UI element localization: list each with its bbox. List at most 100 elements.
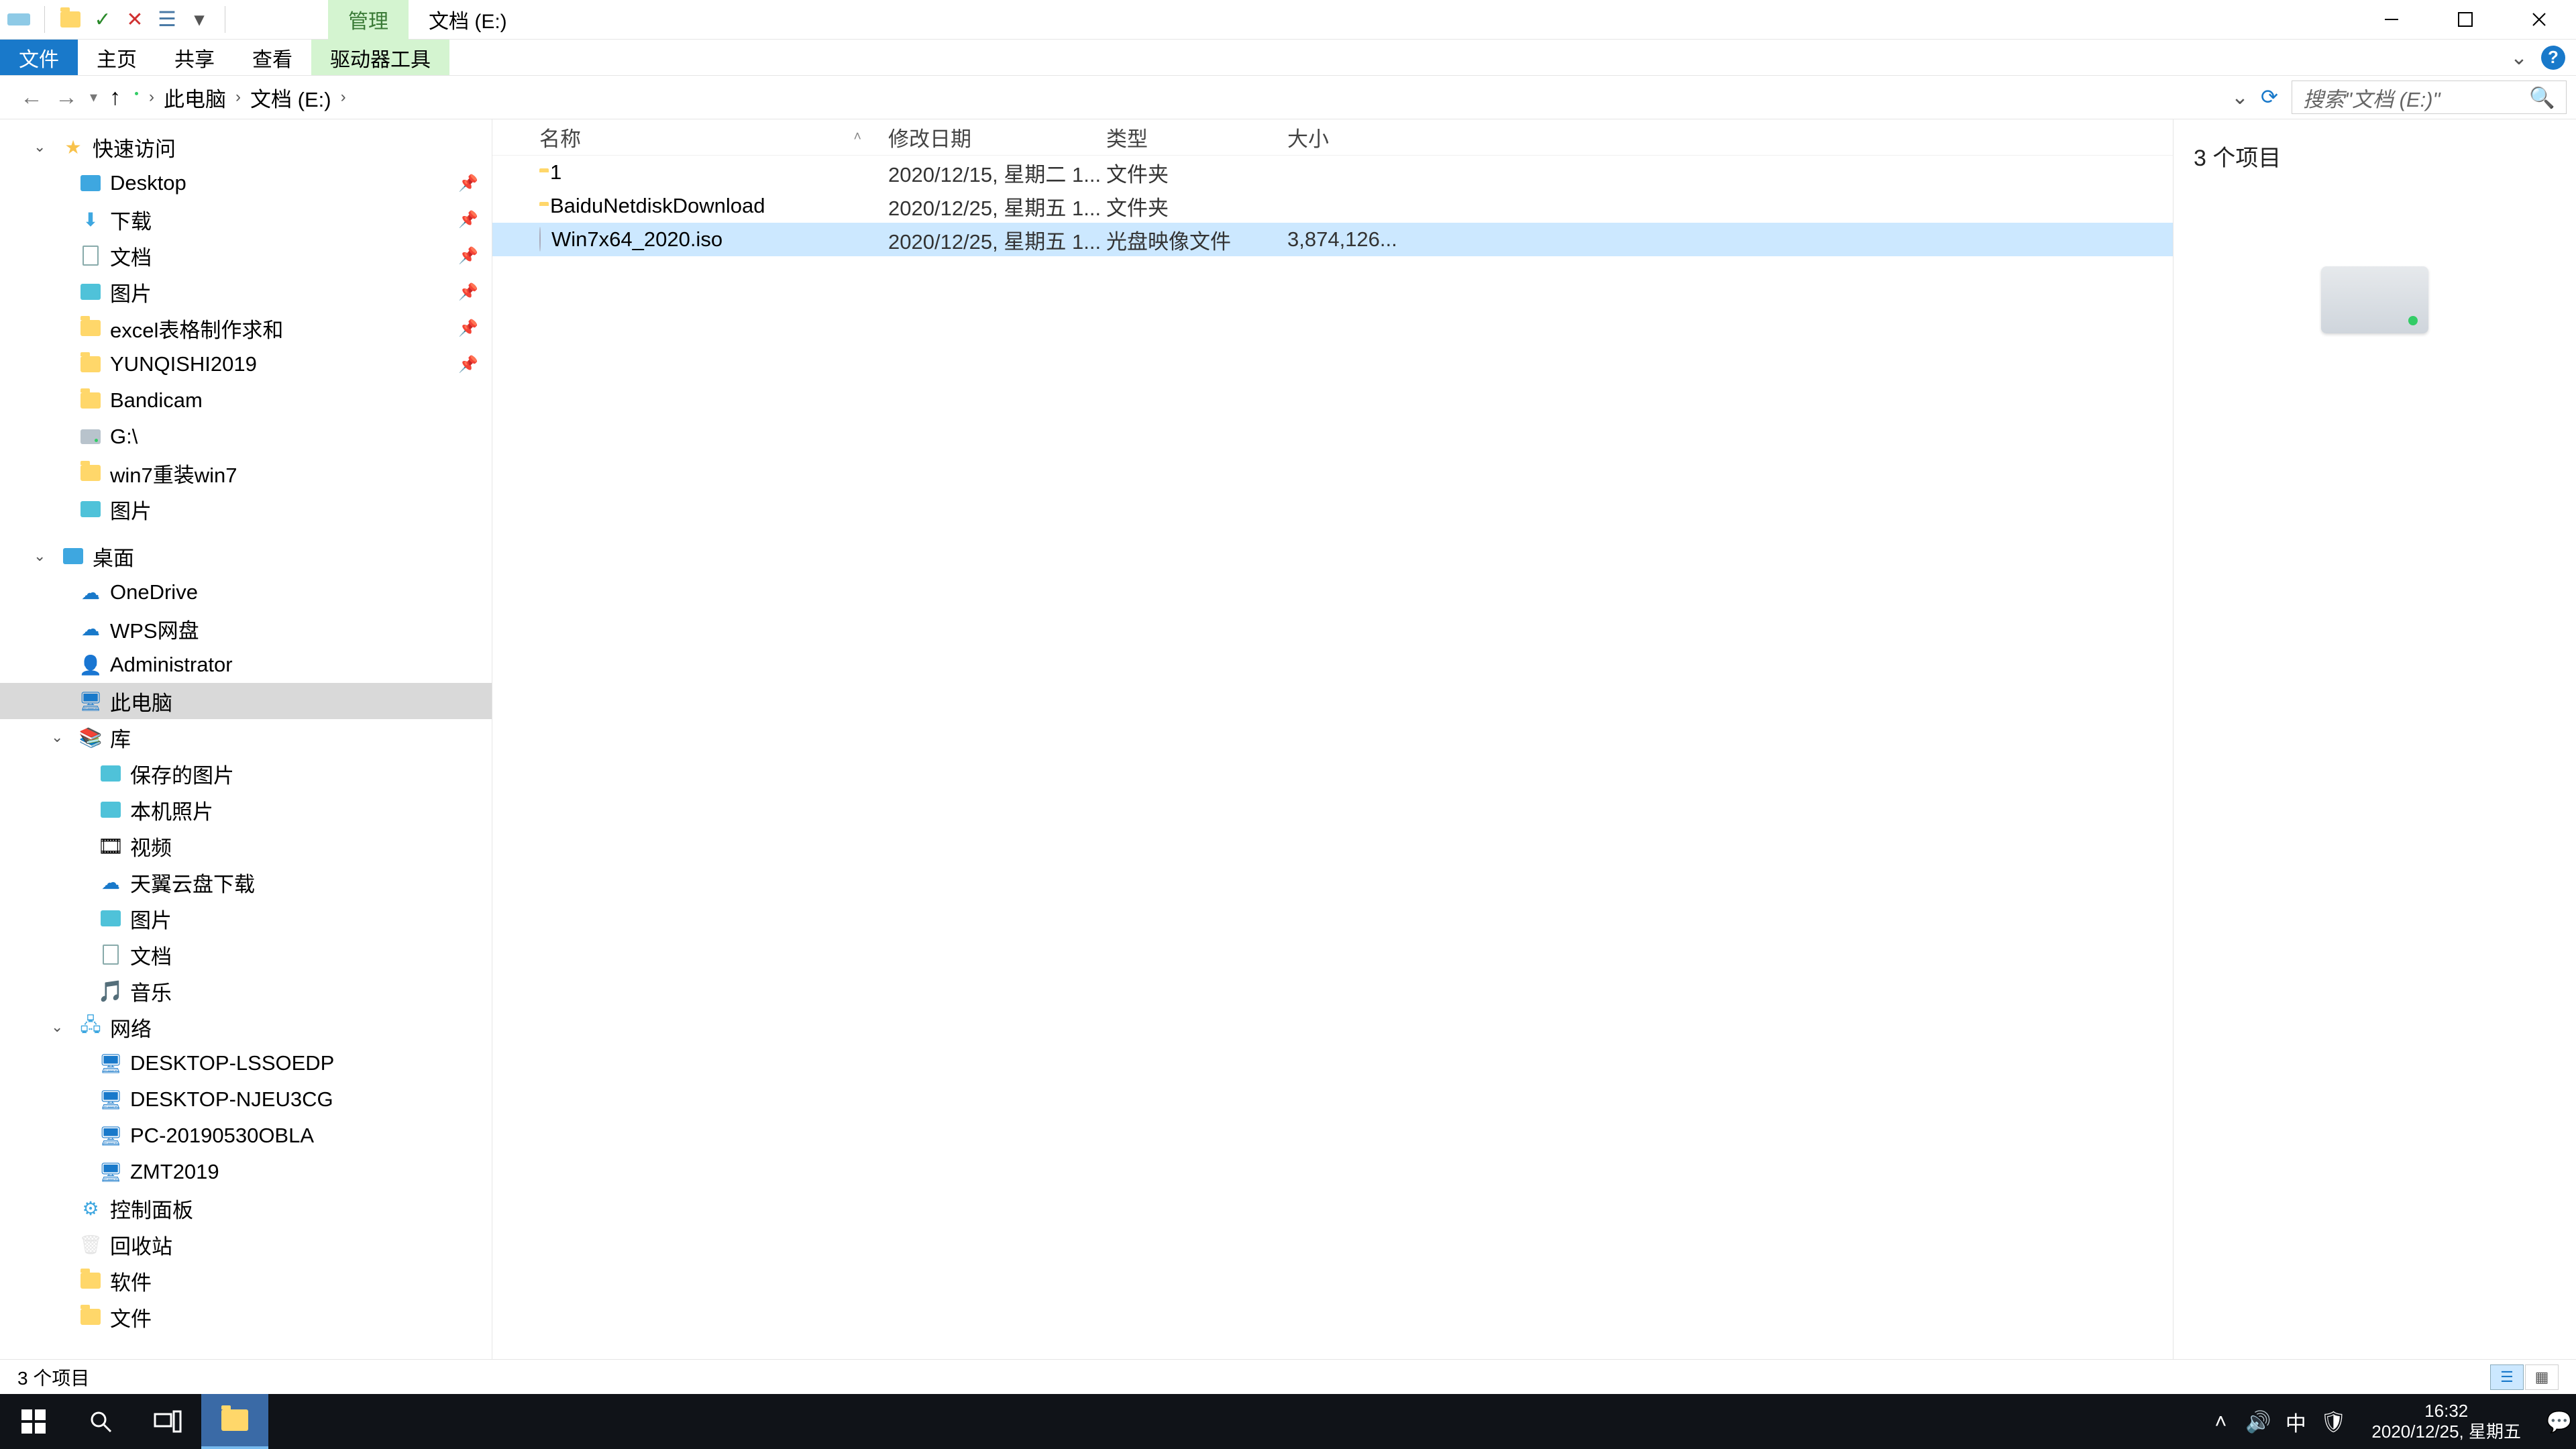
tree-desktop-root[interactable]: ⌄桌面 (0, 538, 492, 574)
search-button[interactable] (67, 1394, 134, 1449)
tree-pictures3[interactable]: ›图片 (0, 900, 492, 936)
tree-music[interactable]: ›🎵音乐 (0, 973, 492, 1009)
tree-downloads[interactable]: ›⬇下载📌 (0, 201, 492, 237)
tree-onedrive[interactable]: ›☁OneDrive (0, 574, 492, 610)
folder-icon (79, 353, 102, 376)
pin-icon: 📌 (458, 246, 478, 266)
minimize-button[interactable] (2355, 0, 2428, 40)
navigation-pane[interactable]: ⌄★快速访问 ›Desktop📌 ›⬇下载📌 ›文档📌 ›图片📌 ›excel表… (0, 119, 492, 1359)
action-center-icon[interactable]: 💬 (2545, 1407, 2573, 1436)
view-icons-button[interactable]: ▦ (2525, 1364, 2559, 1390)
qat-dropdown-icon[interactable]: ▾ (187, 7, 211, 32)
tree-desktop[interactable]: ›Desktop📌 (0, 165, 492, 201)
maximize-button[interactable] (2428, 0, 2502, 40)
column-headers[interactable]: 名称˄ 修改日期 类型 大小 (492, 119, 2173, 156)
tab-home[interactable]: 主页 (78, 40, 156, 75)
file-name: BaiduNetdiskDownload (550, 194, 765, 218)
start-button[interactable] (0, 1394, 67, 1449)
label: 视频 (130, 831, 172, 861)
folder-icon (79, 462, 102, 484)
refresh-icon[interactable]: ⟳ (2261, 85, 2278, 109)
tree-excel[interactable]: ›excel表格制作求和📌 (0, 310, 492, 346)
tree-network[interactable]: ⌄🖧网络 (0, 1009, 492, 1045)
properties-icon[interactable]: ☰ (155, 7, 179, 32)
chevron-right-icon[interactable]: › (341, 88, 346, 107)
close-button[interactable] (2502, 0, 2576, 40)
column-size[interactable]: 大小 (1287, 122, 1395, 152)
collapse-ribbon-icon[interactable]: ⌄ (2510, 46, 2528, 70)
column-name[interactable]: 名称˄ (492, 122, 888, 152)
folder-icon (79, 317, 102, 339)
tab-file[interactable]: 文件 (0, 40, 78, 75)
tree-pictures[interactable]: ›图片📌 (0, 274, 492, 310)
tree-saved-pics[interactable]: ›保存的图片 (0, 755, 492, 792)
tree-control-panel[interactable]: ›⚙控制面板 (0, 1190, 492, 1226)
pc-icon: 🖥 (99, 1124, 122, 1147)
file-row[interactable]: BaiduNetdiskDownload 2020/12/25, 星期五 1..… (492, 189, 2173, 223)
tree-wps[interactable]: ›☁WPS网盘 (0, 610, 492, 647)
address-dropdown-icon[interactable]: ⌄ (2231, 85, 2249, 109)
ime-indicator[interactable]: 中 (2282, 1407, 2310, 1436)
task-view-button[interactable] (134, 1394, 201, 1449)
chevron-right-icon[interactable]: › (149, 88, 154, 107)
label: 保存的图片 (130, 759, 234, 789)
tree-admin[interactable]: ›👤Administrator (0, 647, 492, 683)
file-list[interactable]: 名称˄ 修改日期 类型 大小 1 2020/12/15, 星期二 1... 文件… (492, 119, 2174, 1359)
tree-library[interactable]: ⌄📚库 (0, 719, 492, 755)
tree-bandicam[interactable]: ›Bandicam (0, 382, 492, 419)
back-button[interactable]: ← (20, 85, 43, 111)
user-icon: 👤 (79, 653, 102, 676)
tab-view[interactable]: 查看 (233, 40, 311, 75)
clock[interactable]: 16:32 2020/12/25, 星期五 (2357, 1401, 2536, 1442)
checkmark-icon[interactable]: ✓ (91, 7, 115, 32)
tab-drive-tools[interactable]: 驱动器工具 (311, 40, 449, 75)
tree-camera-roll[interactable]: ›本机照片 (0, 792, 492, 828)
tree-net1[interactable]: ›🖥DESKTOP-LSSOEDP (0, 1045, 492, 1081)
search-input[interactable]: 搜索"文档 (E:)" 🔍 (2292, 80, 2567, 114)
view-details-button[interactable]: ☰ (2490, 1364, 2524, 1390)
label: DESKTOP-LSSOEDP (130, 1051, 334, 1075)
delete-icon[interactable]: ✕ (123, 7, 147, 32)
taskbar[interactable]: ˄ 🔊 中 🛡 16:32 2020/12/25, 星期五 💬 (0, 1394, 2576, 1449)
column-date[interactable]: 修改日期 (888, 122, 1106, 152)
tree-thispc[interactable]: ›🖥此电脑 (0, 683, 492, 719)
security-icon[interactable]: 🛡 (2319, 1407, 2347, 1436)
tree-win7[interactable]: ›win7重装win7 (0, 455, 492, 491)
tree-tianyi[interactable]: ›☁天翼云盘下载 (0, 864, 492, 900)
chevron-right-icon[interactable]: › (235, 88, 241, 107)
crumb-drive[interactable]: 文档 (E:) (245, 80, 337, 115)
tree-recycle[interactable]: ›🗑回收站 (0, 1226, 492, 1263)
tree-yunqishi[interactable]: ›YUNQISHI2019📌 (0, 346, 492, 382)
tree-files[interactable]: ›文件 (0, 1299, 492, 1335)
sort-indicator-icon: ˄ (853, 129, 861, 145)
forward-button[interactable]: → (55, 85, 78, 111)
label: 软件 (110, 1266, 152, 1296)
tree-documents2[interactable]: ›文档 (0, 936, 492, 973)
tree-videos[interactable]: ›🎞视频 (0, 828, 492, 864)
tray-overflow-icon[interactable]: ˄ (2206, 1407, 2235, 1436)
help-icon[interactable]: ? (2541, 46, 2565, 70)
tree-software[interactable]: ›软件 (0, 1263, 492, 1299)
file-row[interactable]: Win7x64_2020.iso 2020/12/25, 星期五 1... 光盘… (492, 223, 2173, 256)
tree-gdrive[interactable]: ›G:\ (0, 419, 492, 455)
crumb-thispc[interactable]: 此电脑 (158, 80, 231, 115)
tree-net2[interactable]: ›🖥DESKTOP-NJEU3CG (0, 1081, 492, 1118)
tree-net4[interactable]: ›🖥ZMT2019 (0, 1154, 492, 1190)
search-icon[interactable]: 🔍 (2529, 85, 2555, 110)
tree-quick-access[interactable]: ⌄★快速访问 (0, 129, 492, 165)
tree-pictures2[interactable]: ›图片 (0, 491, 492, 527)
folder-icon[interactable] (58, 7, 83, 32)
cloud-icon: ☁ (99, 871, 122, 894)
volume-icon[interactable]: 🔊 (2244, 1407, 2272, 1436)
tree-net3[interactable]: ›🖥PC-20190530OBLA (0, 1118, 492, 1154)
column-type[interactable]: 类型 (1106, 122, 1287, 152)
recycle-icon: 🗑 (79, 1233, 102, 1256)
history-dropdown-icon[interactable]: ▾ (90, 89, 97, 106)
file-row[interactable]: 1 2020/12/15, 星期二 1... 文件夹 (492, 156, 2173, 189)
tree-documents[interactable]: ›文档📌 (0, 237, 492, 274)
file-explorer-taskbar-button[interactable] (201, 1394, 268, 1449)
file-type: 光盘映像文件 (1106, 225, 1287, 255)
up-button[interactable]: ↑ (109, 85, 121, 111)
breadcrumb[interactable]: › 此电脑 › 文档 (E:) › ⌄ ⟳ (141, 76, 2292, 119)
tab-share[interactable]: 共享 (156, 40, 233, 75)
